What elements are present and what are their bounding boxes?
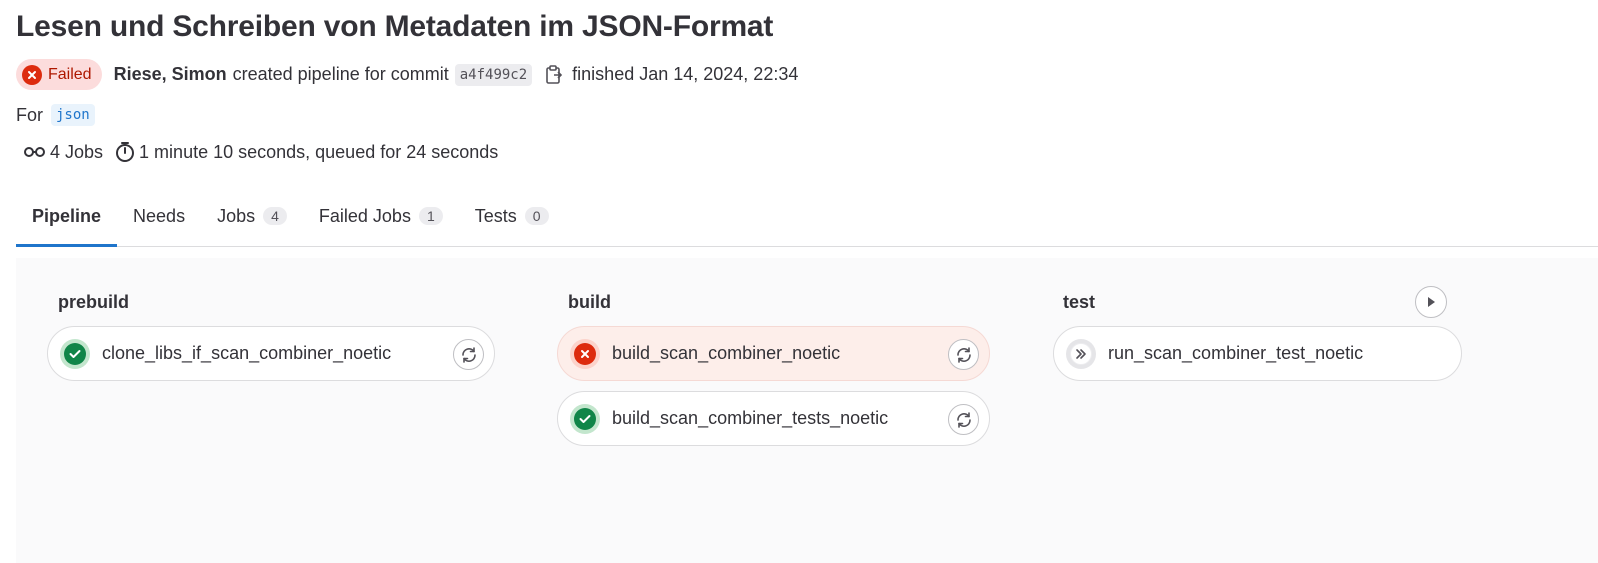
job-name: build_scan_combiner_tests_noetic <box>612 408 889 428</box>
job-name: clone_libs_if_scan_combiner_noetic <box>102 343 392 363</box>
tab-pipeline[interactable]: Pipeline <box>16 186 118 247</box>
tab-label: Pipeline <box>32 205 102 226</box>
author-link[interactable]: Riese, Simon <box>114 64 227 85</box>
tab-jobs[interactable]: Jobs 4 <box>201 186 303 246</box>
jobs-count: 4 Jobs <box>50 141 104 162</box>
pipeline-icon <box>24 145 46 159</box>
tab-label: Failed Jobs <box>318 205 411 226</box>
stage-title-prebuild: prebuild <box>58 292 129 312</box>
job-name: build_scan_combiner_noetic <box>612 343 841 363</box>
retry-icon[interactable] <box>948 339 979 370</box>
tab-label: Jobs <box>217 205 256 226</box>
tab-needs[interactable]: Needs <box>117 186 201 246</box>
job-clone-libs[interactable]: clone_libs_if_scan_combiner_noetic <box>47 326 495 381</box>
job-name: run_scan_combiner_test_noetic <box>1108 343 1364 363</box>
pipeline-stats: 4 Jobs 1 minute 10 seconds, queued for 2… <box>24 141 498 163</box>
tab-tests[interactable]: Tests 0 <box>459 186 565 246</box>
ref-link[interactable]: json <box>51 104 95 126</box>
status-skipped-icon <box>1066 338 1096 369</box>
status-failed-icon <box>22 64 42 85</box>
job-build-scan-combiner[interactable]: build_scan_combiner_noetic <box>557 326 990 381</box>
timer-icon <box>115 141 135 163</box>
created-text: created pipeline for commit <box>232 64 449 84</box>
finished-text: finished Jan 14, 2024, 22:34 <box>572 64 799 84</box>
play-icon[interactable] <box>1415 286 1447 318</box>
status-failed-icon <box>570 338 600 369</box>
tab-label: Tests <box>474 205 517 226</box>
tab-count-badge: 4 <box>263 207 287 225</box>
tab-label: Needs <box>133 205 186 226</box>
status-success-icon <box>570 403 600 434</box>
page-title: Lesen und Schreiben von Metadaten im JSO… <box>16 10 774 43</box>
retry-icon[interactable] <box>453 339 484 370</box>
commit-sha-link[interactable]: a4f499c2 <box>454 63 533 86</box>
job-run-scan-combiner-test[interactable]: run_scan_combiner_test_noetic <box>1053 326 1462 381</box>
pipeline-meta: Failed Riese, Simon created pipeline for… <box>16 59 798 90</box>
tab-count-badge: 1 <box>418 207 443 225</box>
ref-line: For json <box>16 104 95 126</box>
tab-failed-jobs[interactable]: Failed Jobs 1 <box>303 186 459 246</box>
status-badge-label: Failed <box>48 65 92 83</box>
stage-title-test: test <box>1063 292 1096 312</box>
pipeline-tabs: Pipeline Needs Jobs 4 Failed Jobs 1 Test… <box>16 186 1598 247</box>
retry-icon[interactable] <box>948 404 979 435</box>
stage-title-build: build <box>568 292 611 312</box>
status-badge[interactable]: Failed <box>16 59 102 90</box>
pipeline-graph: prebuild clone_libs_if_scan_combiner_noe… <box>16 258 1598 563</box>
job-build-scan-combiner-tests[interactable]: build_scan_combiner_tests_noetic <box>557 391 990 446</box>
tab-count-badge: 0 <box>524 207 549 225</box>
copy-icon[interactable] <box>542 63 566 87</box>
for-label: For <box>16 104 43 125</box>
status-success-icon <box>60 338 90 369</box>
duration-text: 1 minute 10 seconds, queued for 24 secon… <box>139 141 499 162</box>
